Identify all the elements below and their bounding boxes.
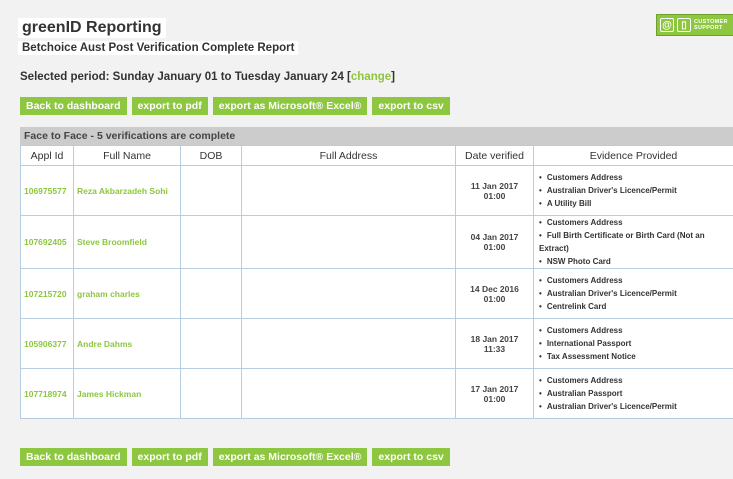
col-header-appl-id[interactable]: Appl Id — [20, 145, 74, 166]
export-excel-button[interactable]: export as Microsoft® Excel® — [212, 97, 368, 115]
table-row: 107692405 Steve Broomfield 04 Jan 2017 0… — [20, 215, 733, 269]
dob-cell — [180, 318, 242, 369]
col-header-evidence[interactable]: Evidence Provided — [533, 145, 733, 166]
evidence-item: Centrelink Card — [539, 300, 730, 313]
col-header-dob[interactable]: DOB — [180, 145, 242, 166]
full-name-link[interactable]: James Hickman — [73, 368, 181, 419]
evidence-item: Australian Driver's Licence/Permit — [539, 400, 730, 413]
appl-id-link[interactable]: 106975577 — [20, 165, 74, 216]
support-label: CUSTOMER SUPPORT — [694, 19, 728, 31]
evidence-item: Full Birth Certificate or Birth Card (No… — [539, 229, 730, 255]
col-header-full-address[interactable]: Full Address — [241, 145, 456, 166]
evidence-item: Customers Address — [539, 274, 730, 287]
back-to-dashboard-button[interactable]: Back to dashboard — [20, 97, 127, 115]
verifications-table: Appl Id Full Name DOB Full Address Date … — [20, 145, 733, 419]
evidence-cell: Customers Address Australian Passport Au… — [533, 368, 733, 419]
report-title: Betchoice Aust Post Verification Complet… — [18, 41, 299, 55]
evidence-cell: Customers Address Australian Driver's Li… — [533, 268, 733, 319]
appl-id-link[interactable]: 107215720 — [20, 268, 74, 319]
col-header-full-name[interactable]: Full Name — [73, 145, 181, 166]
appl-id-link[interactable]: 107692405 — [20, 215, 74, 269]
evidence-item: Australian Driver's Licence/Permit — [539, 184, 730, 197]
evidence-item: Tax Assessment Notice — [539, 350, 730, 363]
period-range: Sunday January 01 to Tuesday January 24 — [112, 71, 344, 83]
evidence-item: Customers Address — [539, 374, 730, 387]
top-button-row: Back to dashboard export to pdf export a… — [20, 97, 450, 115]
dob-cell — [180, 268, 242, 319]
date-verified-cell: 18 Jan 2017 11:33 — [455, 318, 534, 369]
address-cell — [241, 268, 456, 319]
table-row: 107718974 James Hickman 17 Jan 2017 01:0… — [20, 368, 733, 419]
table-row: 107215720 graham charles 14 Dec 2016 01:… — [20, 268, 733, 319]
evidence-item: Australian Driver's Licence/Permit — [539, 287, 730, 300]
evidence-item: Customers Address — [539, 171, 730, 184]
table-header-row: Appl Id Full Name DOB Full Address Date … — [20, 145, 733, 166]
report-page: greenID Reporting Betchoice Aust Post Ve… — [0, 0, 733, 479]
export-csv-button[interactable]: export to csv — [372, 448, 450, 466]
full-name-link[interactable]: Andre Dahms — [73, 318, 181, 369]
dob-cell — [180, 368, 242, 419]
date-verified-cell: 17 Jan 2017 01:00 — [455, 368, 534, 419]
period-label: Selected period: — [20, 71, 110, 83]
bottom-button-row: Back to dashboard export to pdf export a… — [20, 448, 450, 466]
selected-period: Selected period: Sunday January 01 to Tu… — [20, 71, 395, 83]
evidence-item: Customers Address — [539, 324, 730, 337]
app-title: greenID Reporting — [18, 18, 166, 38]
date-verified-cell: 04 Jan 2017 01:00 — [455, 215, 534, 269]
export-excel-button[interactable]: export as Microsoft® Excel® — [212, 448, 368, 466]
email-icon[interactable]: @ — [660, 18, 674, 32]
evidence-item: Australian Passport — [539, 387, 730, 400]
col-header-date-verified[interactable]: Date verified — [455, 145, 534, 166]
export-pdf-button[interactable]: export to pdf — [131, 97, 208, 115]
customer-support-badge[interactable]: @ ▯ CUSTOMER SUPPORT — [656, 14, 733, 36]
dob-cell — [180, 215, 242, 269]
evidence-cell: Customers Address Full Birth Certificate… — [533, 215, 733, 269]
evidence-cell: Customers Address International Passport… — [533, 318, 733, 369]
evidence-item: NSW Photo Card — [539, 255, 730, 268]
export-pdf-button[interactable]: export to pdf — [131, 448, 208, 466]
full-name-link[interactable]: graham charles — [73, 268, 181, 319]
appl-id-link[interactable]: 107718974 — [20, 368, 74, 419]
evidence-item: A Utility Bill — [539, 197, 730, 210]
back-to-dashboard-button[interactable]: Back to dashboard — [20, 448, 127, 466]
address-cell — [241, 165, 456, 216]
table-row: 106975577 Reza Akbarzadeh Sohi 11 Jan 20… — [20, 165, 733, 216]
date-verified-cell: 14 Dec 2016 01:00 — [455, 268, 534, 319]
evidence-item: International Passport — [539, 337, 730, 350]
appl-id-link[interactable]: 105906377 — [20, 318, 74, 369]
export-csv-button[interactable]: export to csv — [372, 97, 450, 115]
verifications-table-container: Face to Face - 5 verifications are compl… — [20, 127, 733, 419]
evidence-cell: Customers Address Australian Driver's Li… — [533, 165, 733, 216]
phone-icon[interactable]: ▯ — [677, 18, 691, 32]
evidence-item: Customers Address — [539, 216, 730, 229]
dob-cell — [180, 165, 242, 216]
table-row: 105906377 Andre Dahms 18 Jan 2017 11:33 … — [20, 318, 733, 369]
table-caption: Face to Face - 5 verifications are compl… — [20, 127, 733, 145]
date-verified-cell: 11 Jan 2017 01:00 — [455, 165, 534, 216]
address-cell — [241, 215, 456, 269]
full-name-link[interactable]: Reza Akbarzadeh Sohi — [73, 165, 181, 216]
change-period-link[interactable]: change — [351, 71, 391, 83]
full-name-link[interactable]: Steve Broomfield — [73, 215, 181, 269]
address-cell — [241, 318, 456, 369]
address-cell — [241, 368, 456, 419]
